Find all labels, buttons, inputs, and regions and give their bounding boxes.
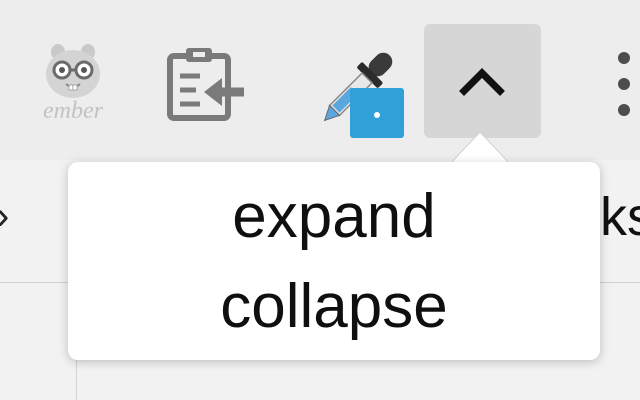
collapse-menu-item[interactable]: collapse xyxy=(68,276,600,338)
ember-logo-text: ember xyxy=(43,98,104,124)
color-dropper-icon[interactable] xyxy=(300,35,410,145)
chevron-up-icon xyxy=(459,68,505,96)
more-options-icon[interactable] xyxy=(608,48,640,118)
expand-menu-item[interactable]: expand xyxy=(68,186,600,248)
popover-pointer xyxy=(444,131,524,166)
partial-tab-label: ks xyxy=(600,187,640,247)
clipboard-import-icon[interactable] xyxy=(160,40,250,130)
expand-collapse-menu: expand collapse xyxy=(68,162,600,360)
ember-inspector-icon[interactable]: ember xyxy=(28,40,118,130)
expand-collapse-button[interactable] xyxy=(424,24,541,138)
browser-toolbar: ember xyxy=(0,0,640,160)
chevron-right-icon[interactable]: › xyxy=(0,196,9,236)
